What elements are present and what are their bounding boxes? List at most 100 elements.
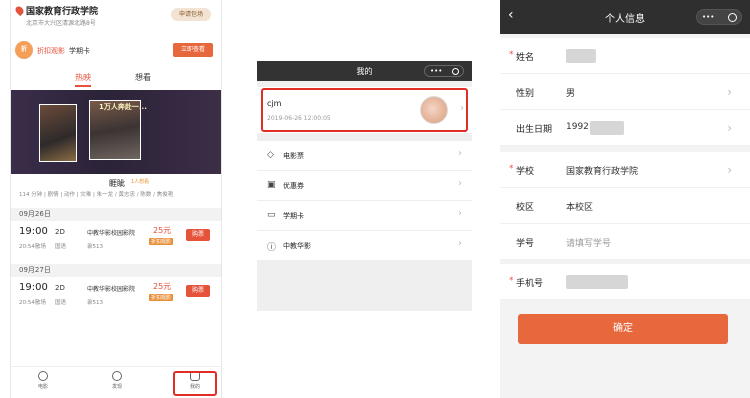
chevron-right-icon: › xyxy=(458,238,462,249)
birthday-value: 1992 xyxy=(566,122,589,132)
title-bar: 我的 ••• xyxy=(257,61,472,81)
school-row[interactable]: * 学校 国家教育行政学院 › xyxy=(500,152,750,188)
menu-label: 电影票 xyxy=(283,152,304,160)
cinema-name: 中教华影校园影院 xyxy=(87,230,136,237)
tab-want-to-see[interactable]: 想看 xyxy=(135,72,151,83)
school-address: 北京市大兴区清源北路8号 xyxy=(26,20,96,27)
show-language: 国语 xyxy=(55,244,67,250)
menu-label: 中教华影 xyxy=(283,242,311,250)
movie-poster[interactable] xyxy=(39,104,77,162)
compass-icon xyxy=(112,371,122,381)
menu-list: ◇ 电影票 › ▣ 优惠券 › ▭ 学期卡 › ⓘ 中教华影 › xyxy=(257,141,472,261)
date-header: 09月26日 xyxy=(11,208,221,221)
campus-value: 本校区 xyxy=(566,203,594,213)
miniapp-capsule[interactable]: ••• xyxy=(696,9,742,25)
show-end: 20:54散场 xyxy=(19,244,46,250)
film-reel-icon xyxy=(38,371,48,381)
show-format: 2D xyxy=(55,228,65,236)
school-info-group: * 学校 国家教育行政学院 › 校区 本校区 学号 请填写学号 xyxy=(500,152,750,260)
title-bar: ‹ 个人信息 ••• xyxy=(500,0,750,34)
promo-tag: 折扣观影 xyxy=(37,47,65,55)
poster-caption: 1万人奔赴一... xyxy=(99,103,147,111)
showtime-row[interactable]: 19:00 20:54散场 2D 国语 中教华影校园影院 录513 25元 折扣… xyxy=(11,278,221,318)
school-name[interactable]: 国家教育行政学院 xyxy=(26,4,98,17)
menu-item-term-card[interactable]: ▭ 学期卡 › xyxy=(257,201,472,231)
highlight-box xyxy=(261,88,468,132)
show-format: 2D xyxy=(55,284,65,292)
discount-tag: 折扣观影 xyxy=(149,238,174,245)
chevron-right-icon: › xyxy=(727,121,732,135)
campus-label: 校区 xyxy=(516,203,535,213)
movie-tabs: 热映 想看 xyxy=(11,72,221,88)
show-time: 19:00 xyxy=(19,226,48,237)
campus-row[interactable]: 校区 本校区 xyxy=(500,188,750,224)
basic-info-group: * 姓名 性别 男 › 出生日期 1992 › xyxy=(500,38,750,146)
buy-ticket-button[interactable]: 购票 xyxy=(186,229,210,241)
name-label: 姓名 xyxy=(516,53,535,63)
phone-row[interactable]: * 手机号 xyxy=(500,264,750,300)
phone-label: 手机号 xyxy=(516,279,544,289)
required-mark: * xyxy=(509,164,514,174)
gender-value: 男 xyxy=(566,89,576,99)
discount-tag: 折扣观影 xyxy=(149,294,174,301)
ticket-icon: ◇ xyxy=(267,150,274,160)
hall-name: 录513 xyxy=(87,300,103,306)
ticket-price: 25元 xyxy=(153,282,172,291)
card-icon: ▭ xyxy=(267,210,276,220)
date-header: 09月27日 xyxy=(11,264,221,277)
name-row[interactable]: * 姓名 xyxy=(500,38,750,74)
menu-item-coupons[interactable]: ▣ 优惠券 › xyxy=(257,171,472,201)
movie-meta: 114 分钟 | 剧情 | 动作 | 灾难 | 朱一龙 / 黄志忠 / 陈数 /… xyxy=(19,192,174,198)
info-icon: ⓘ xyxy=(267,243,277,253)
chevron-right-icon: › xyxy=(458,148,462,159)
student-id-input[interactable]: 请填写学号 xyxy=(566,236,611,249)
menu-label: 优惠券 xyxy=(283,182,304,190)
gender-row[interactable]: 性别 男 › xyxy=(500,74,750,110)
my-page-screen: 我的 ••• cjm 2019-06-26 12:00:05 › ◇ 电影票 ›… xyxy=(257,61,472,311)
phone-value-redacted[interactable] xyxy=(566,275,628,289)
required-mark: * xyxy=(509,50,514,60)
confirm-button[interactable]: 确定 xyxy=(518,314,728,344)
more-icon[interactable]: ••• xyxy=(430,67,442,75)
tab-now-showing[interactable]: 热映 xyxy=(75,72,91,87)
nav-item-movies[interactable]: 电影 xyxy=(23,371,63,390)
school-label: 学校 xyxy=(516,167,535,177)
view-now-button[interactable]: 立即查看 xyxy=(173,43,213,57)
name-value-redacted[interactable] xyxy=(566,49,596,63)
chevron-right-icon: › xyxy=(727,163,732,177)
poster-carousel[interactable]: 1万人奔赴一... xyxy=(11,90,221,174)
promo-card-label: 学期卡 xyxy=(69,47,90,55)
nav-label: 发现 xyxy=(111,384,122,390)
ticket-price: 25元 xyxy=(153,226,172,235)
chevron-right-icon: › xyxy=(727,85,732,99)
birthday-row[interactable]: 出生日期 1992 › xyxy=(500,110,750,146)
nav-item-discover[interactable]: 发现 xyxy=(97,371,137,390)
more-icon[interactable]: ••• xyxy=(702,13,714,21)
menu-item-about[interactable]: ⓘ 中教华影 › xyxy=(257,231,472,261)
highlight-box xyxy=(173,371,217,396)
want-count: 1人想看 xyxy=(131,179,150,185)
movie-listing-screen: 国家教育行政学院 北京市大兴区清源北路8号 申请包场 折 折扣观影 学期卡 立即… xyxy=(10,0,222,398)
gender-label: 性别 xyxy=(516,89,535,99)
menu-item-tickets[interactable]: ◇ 电影票 › xyxy=(257,141,472,171)
showtime-row[interactable]: 19:00 20:54散场 2D 国语 中教华影校园影院 录513 25元 折扣… xyxy=(11,222,221,262)
menu-label: 学期卡 xyxy=(283,212,304,220)
chevron-right-icon: › xyxy=(458,208,462,219)
school-value: 国家教育行政学院 xyxy=(566,167,639,177)
miniapp-capsule[interactable]: ••• xyxy=(424,65,464,77)
chevron-right-icon: › xyxy=(458,178,462,189)
birthday-redacted xyxy=(590,121,624,135)
personal-info-screen: ‹ 个人信息 ••• * 姓名 性别 男 › 出生日期 1992 › * 学校 … xyxy=(500,0,750,398)
hall-name: 录513 xyxy=(87,244,103,250)
close-icon[interactable] xyxy=(728,13,737,22)
close-icon[interactable] xyxy=(452,68,459,75)
movie-title: 睚眦 xyxy=(109,179,125,188)
buy-ticket-button[interactable]: 购票 xyxy=(186,285,210,297)
student-id-row[interactable]: 学号 请填写学号 xyxy=(500,224,750,260)
show-end: 20:54散场 xyxy=(19,300,46,306)
coupon-icon: ▣ xyxy=(267,180,276,190)
show-time: 19:00 xyxy=(19,282,48,293)
promo-banner[interactable]: 折 折扣观影 学期卡 立即查看 xyxy=(11,38,221,62)
cinema-name: 中教华影校园影院 xyxy=(87,286,136,293)
apply-booking-button[interactable]: 申请包场 xyxy=(171,8,211,21)
